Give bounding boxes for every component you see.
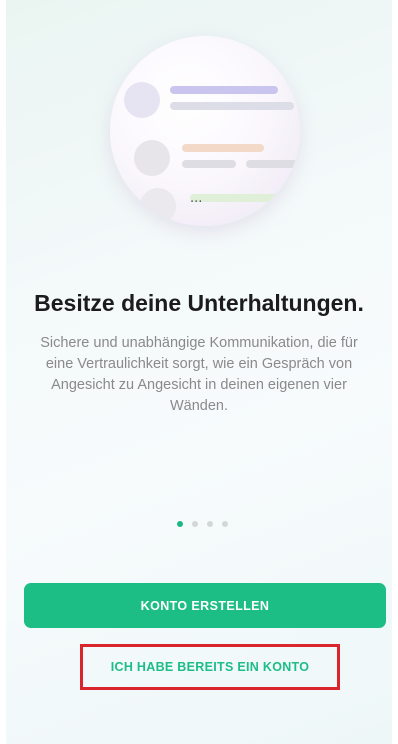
create-account-button[interactable]: KONTO ERSTELLEN <box>24 583 386 628</box>
page-dot-4[interactable] <box>222 521 228 527</box>
message-bar-2a <box>182 144 264 152</box>
avatar-placeholder-1 <box>124 82 160 118</box>
message-bar-2c <box>246 160 300 168</box>
conversation-illustration: ... <box>110 36 300 226</box>
onboarding-description: Sichere und unabhängige Kommunikation, d… <box>40 335 358 414</box>
onboarding-title: Besitze deine Unterhaltungen. <box>34 290 364 316</box>
page-dot-2[interactable] <box>192 521 198 527</box>
message-bar-2b <box>182 160 236 168</box>
page-dot-1[interactable] <box>177 521 183 527</box>
message-bar-3a <box>190 194 290 202</box>
avatar-placeholder-2 <box>134 140 170 176</box>
message-bar-1a <box>170 86 278 94</box>
page-indicator <box>177 519 228 529</box>
page-dot-3[interactable] <box>207 521 213 527</box>
onboarding-screen: ... Besitze deine Unterhaltungen. Sicher… <box>6 0 392 744</box>
typing-ellipsis: ... <box>190 191 203 206</box>
existing-account-button[interactable]: ICH HABE BEREITS EIN KONTO <box>80 644 340 690</box>
message-bar-1b <box>170 102 294 110</box>
avatar-placeholder-3 <box>140 188 176 224</box>
